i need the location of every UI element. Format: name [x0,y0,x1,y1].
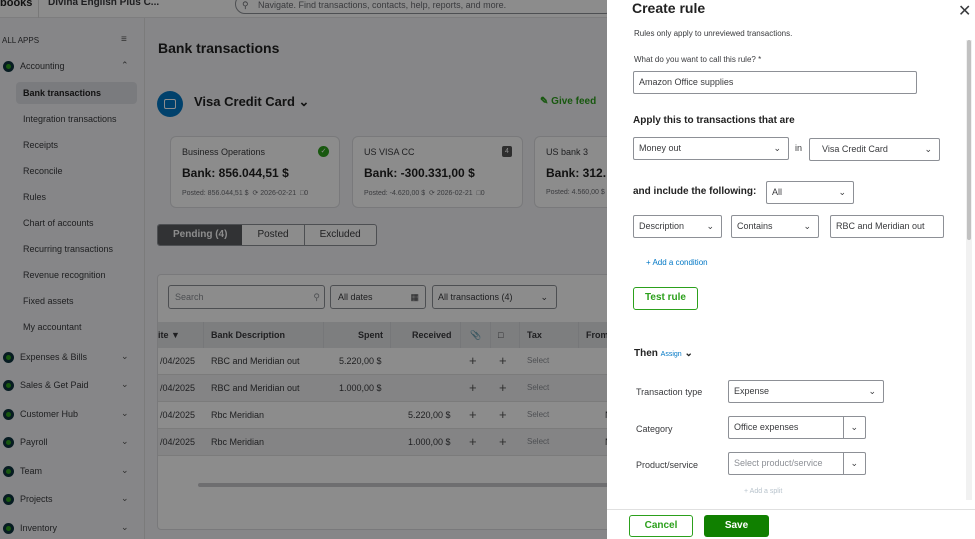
transaction-type-value: Expense [734,386,770,396]
in-label: in [795,143,803,153]
chevron-down-icon: ⌄ [773,143,781,153]
include-select-value: All [772,187,783,197]
rule-name-input[interactable]: Amazon Office supplies [633,71,917,94]
then-label: Then Assign ⌄ [634,348,693,359]
then-text: Then [634,348,658,359]
category-select[interactable]: Office expenses ⌄ [728,416,866,439]
product-service-select[interactable]: Select product/service ⌄ [728,452,866,475]
include-label: and include the following: [633,186,757,197]
save-button[interactable]: Save [704,515,769,537]
chevron-down-icon: ⌄ [684,348,693,359]
panel-subtitle: Rules only apply to unreviewed transacti… [634,29,793,38]
chevron-down-icon: ⌄ [850,458,858,468]
include-select[interactable]: All ⌄ [766,181,854,204]
condition-operator-value: Contains [737,221,773,231]
panel-title: Create rule [632,0,706,16]
chevron-down-icon: ⌄ [850,422,858,432]
condition-operator-select[interactable]: Contains ⌄ [731,215,819,238]
category-value: Office expenses [734,422,799,432]
add-condition-link[interactable]: + Add a condition [646,258,708,267]
test-rule-button[interactable]: Test rule [633,287,698,310]
chevron-down-icon: ⌄ [803,221,811,231]
panel-footer: Cancel Save [607,509,975,539]
create-rule-panel: Create rule ✕ Rules only apply to unrevi… [607,0,975,539]
panel-scrollbar[interactable] [966,40,972,500]
cancel-button[interactable]: Cancel [629,515,693,537]
select-divider [843,417,844,438]
add-split-link[interactable]: + Add a split [744,488,782,495]
close-icon[interactable]: ✕ [958,1,971,21]
assign-link[interactable]: Assign [661,351,682,358]
product-service-placeholder: Select product/service [734,458,823,468]
apply-label: Apply this to transactions that are [633,115,795,126]
money-direction-select[interactable]: Money out ⌄ [633,137,789,160]
category-label: Category [636,424,673,434]
transaction-type-select[interactable]: Expense ⌄ [728,380,884,403]
condition-value-input[interactable]: RBC and Meridian out [830,215,944,238]
money-direction-value: Money out [639,143,682,153]
rule-name-label: What do you want to call this rule? * [634,55,762,64]
product-service-label: Product/service [636,460,699,470]
select-divider [843,453,844,474]
condition-field-select[interactable]: Description ⌄ [633,215,722,238]
account-select[interactable]: Visa Credit Card ⌄ [809,138,940,161]
chevron-down-icon: ⌄ [924,144,932,154]
transaction-type-label: Transaction type [636,387,703,397]
chevron-down-icon: ⌄ [868,386,876,396]
modal-overlay[interactable] [0,0,607,539]
chevron-down-icon: ⌄ [838,187,846,197]
condition-field-value: Description [639,221,685,231]
chevron-down-icon: ⌄ [706,221,714,231]
account-select-value: Visa Credit Card [822,144,888,154]
